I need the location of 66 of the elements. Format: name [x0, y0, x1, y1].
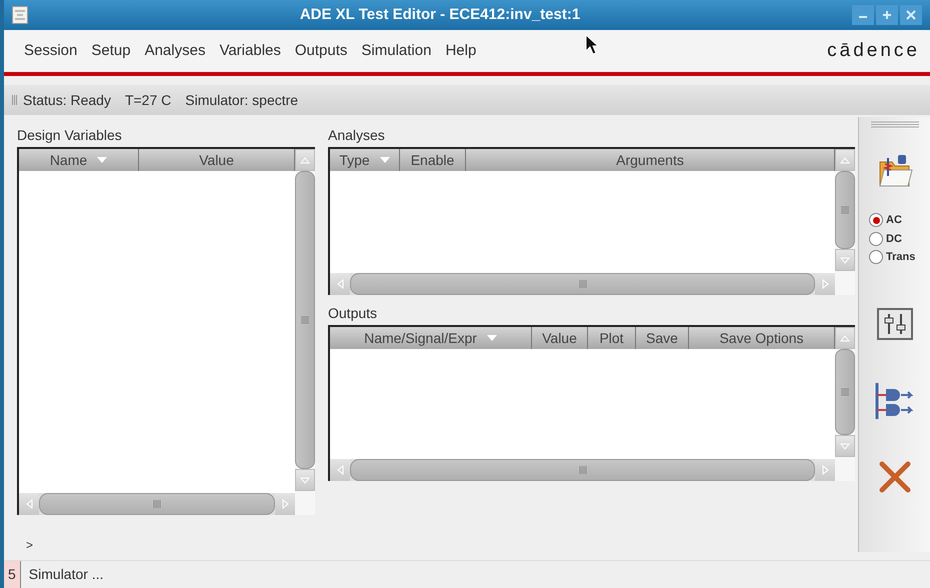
- left-arrow-icon: [336, 465, 344, 475]
- grip-icon: [578, 466, 586, 474]
- scrollbar[interactable]: [330, 459, 835, 481]
- radio-button[interactable]: [869, 213, 883, 228]
- right-arrow-icon: [282, 499, 288, 509]
- down-arrow-icon: [300, 476, 310, 484]
- right-arrow-icon: [822, 279, 828, 289]
- message-count: 5: [4, 561, 21, 588]
- maximize-button[interactable]: [876, 5, 898, 25]
- left-arrow-icon: [336, 279, 344, 289]
- window-title: ADE XL Test Editor - ECE412:inv_test:1: [300, 4, 580, 25]
- message-text: Simulator ...: [28, 565, 104, 584]
- radio-button[interactable]: [869, 250, 883, 264]
- sliders-icon[interactable]: [876, 308, 912, 340]
- status-text: Status: Ready: [23, 90, 111, 110]
- grip-icon: [841, 388, 849, 396]
- menu-item[interactable]: Simulation: [355, 40, 438, 62]
- column-header[interactable]: Name/Signal/Expr: [330, 327, 532, 349]
- panel-title: Analyses: [328, 126, 386, 145]
- scrollbar[interactable]: [19, 493, 295, 515]
- radio-option[interactable]: Trans: [869, 249, 916, 266]
- panel-title: Design Variables: [17, 126, 123, 145]
- menu-item[interactable]: Setup: [85, 40, 137, 62]
- up-arrow-icon: [840, 156, 850, 164]
- radio-option[interactable]: AC: [869, 212, 916, 228]
- column-header[interactable]: Arguments: [466, 149, 835, 171]
- column-header[interactable]: Save Options: [689, 327, 835, 349]
- command-prompt: >: [26, 537, 34, 554]
- simulator-text: Simulator: spectre: [185, 90, 298, 110]
- close-icon[interactable]: [878, 460, 912, 494]
- down-arrow-icon: [840, 256, 850, 264]
- grip-icon: [301, 316, 309, 324]
- grip-icon: [578, 280, 586, 288]
- temperature-text: T=27 C: [124, 90, 172, 110]
- grip-icon: [841, 206, 849, 214]
- column-header[interactable]: Enable: [400, 149, 466, 171]
- down-arrow-icon: [840, 442, 850, 450]
- left-arrow-icon: [26, 499, 32, 509]
- column-header[interactable]: Value: [532, 327, 588, 349]
- column-header[interactable]: Type: [330, 149, 400, 171]
- right-arrow-icon: [822, 465, 828, 475]
- menu-item[interactable]: Outputs: [288, 40, 354, 62]
- mouse-cursor-icon: [585, 34, 599, 56]
- column-header[interactable]: Save: [636, 327, 689, 349]
- panel-title: Outputs: [328, 304, 378, 323]
- up-arrow-icon: [300, 156, 310, 164]
- menu-item[interactable]: Help: [439, 40, 482, 62]
- up-arrow-icon: [840, 334, 850, 342]
- menu-item[interactable]: Session: [18, 40, 84, 62]
- menu-item[interactable]: Analyses: [138, 40, 212, 62]
- grip-icon: [153, 500, 161, 508]
- column-header[interactable]: Name: [19, 149, 139, 171]
- grip-icon: [12, 95, 17, 105]
- menu-item[interactable]: Variables: [213, 40, 287, 62]
- plus-icon: [882, 10, 892, 20]
- scrollbar[interactable]: [330, 273, 835, 295]
- close-icon: [906, 10, 916, 20]
- logo: cādence: [827, 38, 920, 63]
- grip-icon: [870, 121, 918, 128]
- column-header[interactable]: Plot: [588, 327, 636, 349]
- radio-option[interactable]: DC: [869, 230, 916, 247]
- column-header[interactable]: Value: [139, 149, 295, 171]
- radio-button[interactable]: [869, 232, 883, 246]
- minimize-button[interactable]: [852, 5, 874, 25]
- close-button[interactable]: [900, 5, 922, 25]
- app-icon: [12, 6, 28, 24]
